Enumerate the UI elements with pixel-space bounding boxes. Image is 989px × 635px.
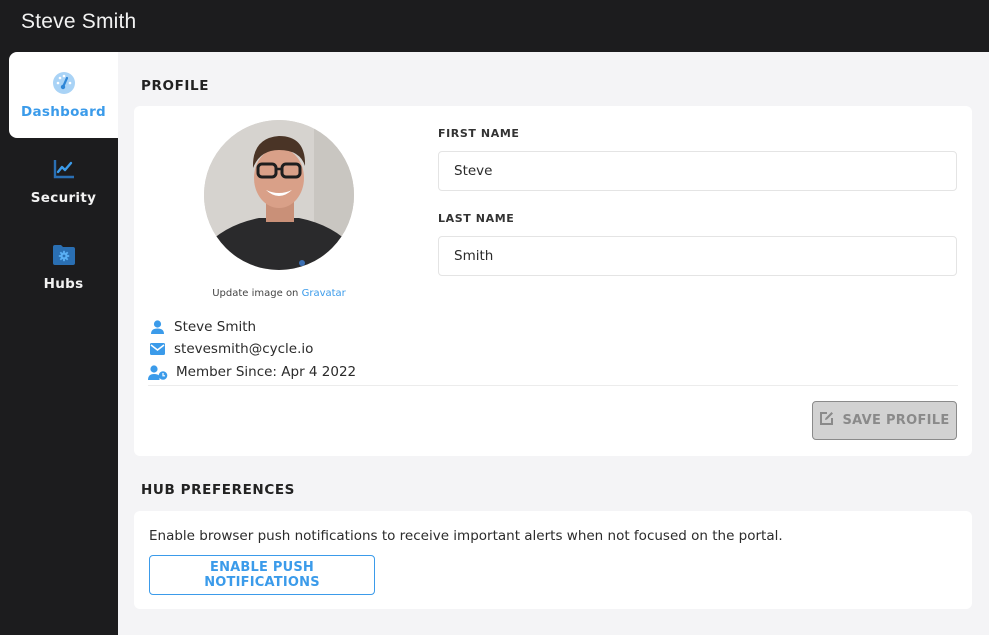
last-name-input[interactable] <box>438 236 957 276</box>
profile-member-since-row: Member Since: Apr 4 2022 <box>148 364 356 380</box>
enable-push-notifications-button[interactable]: ENABLE PUSH NOTIFICATIONS <box>149 555 375 595</box>
line-chart-icon <box>51 156 77 182</box>
hub-preferences-section-title: HUB PREFERENCES <box>141 482 295 498</box>
gravatar-line: Update image on Gravatar <box>134 288 424 299</box>
main-content: PROFILE Update image on Gravatar Steve S… <box>118 52 989 635</box>
folder-gear-icon <box>51 242 77 268</box>
sidebar: Dashboard Security Hubs <box>0 52 118 635</box>
gravatar-prefix: Update image on <box>212 288 302 299</box>
sidebar-item-security[interactable]: Security <box>9 138 118 224</box>
hub-preferences-card: Enable browser push notifications to rec… <box>134 511 972 609</box>
save-profile-button[interactable]: SAVE PROFILE <box>812 401 957 440</box>
gravatar-link[interactable]: Gravatar <box>302 288 346 299</box>
top-bar: Steve Smith <box>0 0 989 52</box>
sidebar-item-label: Hubs <box>43 276 84 292</box>
profile-email: stevesmith@cycle.io <box>174 341 314 357</box>
sidebar-item-label: Security <box>30 190 97 206</box>
page-title: Steve Smith <box>21 10 137 33</box>
envelope-icon <box>148 341 166 357</box>
last-name-label: LAST NAME <box>438 212 515 225</box>
profile-divider <box>148 385 958 386</box>
sidebar-item-dashboard[interactable]: Dashboard <box>9 52 118 138</box>
save-profile-label: SAVE PROFILE <box>842 413 950 428</box>
dashboard-gauge-icon <box>51 70 77 96</box>
sidebar-item-label: Dashboard <box>20 104 107 120</box>
profile-email-row: stevesmith@cycle.io <box>148 341 313 357</box>
avatar[interactable] <box>204 120 354 270</box>
profile-name: Steve Smith <box>174 319 257 335</box>
first-name-input[interactable] <box>438 151 957 191</box>
push-notifications-description: Enable browser push notifications to rec… <box>149 528 783 544</box>
profile-section-title: PROFILE <box>141 78 210 94</box>
sidebar-item-hubs[interactable]: Hubs <box>9 224 118 310</box>
edit-icon <box>819 411 834 430</box>
first-name-label: FIRST NAME <box>438 127 520 140</box>
profile-card: Update image on Gravatar Steve Smith ste… <box>134 106 972 456</box>
profile-member-since: Member Since: Apr 4 2022 <box>176 364 357 380</box>
user-clock-icon <box>148 364 168 380</box>
profile-name-row: Steve Smith <box>148 319 256 335</box>
user-icon <box>148 319 166 335</box>
